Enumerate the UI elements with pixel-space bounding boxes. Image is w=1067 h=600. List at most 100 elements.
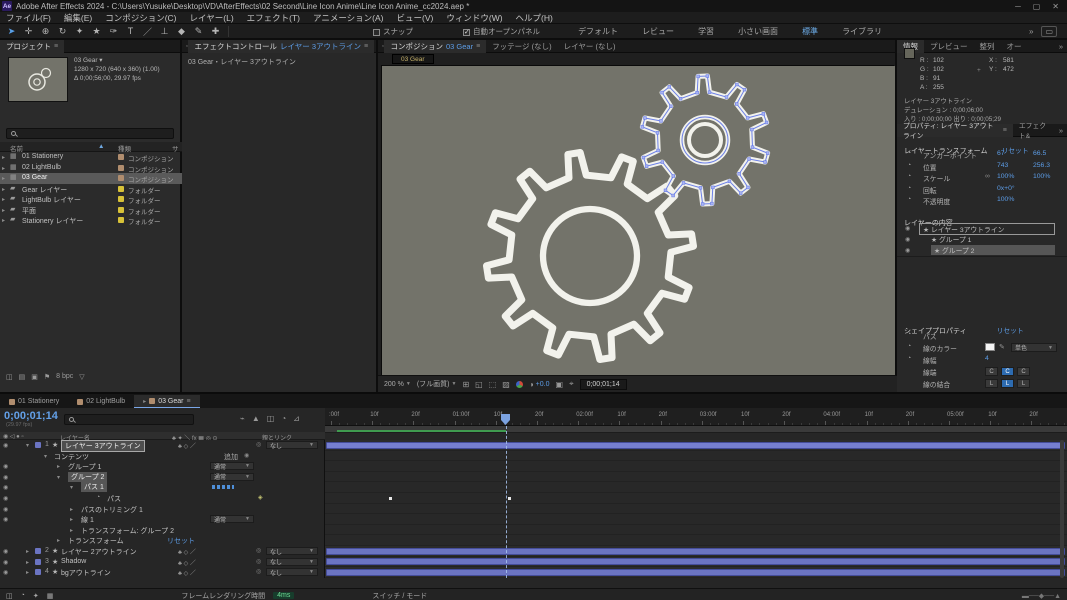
graph-editor-icon[interactable]: ⊿: [293, 414, 300, 423]
path-vertex-handle[interactable]: [696, 91, 699, 94]
channel-settings-icon[interactable]: [516, 381, 523, 388]
properties-tab[interactable]: プロパティ: レイヤー 3アウトライン≡: [897, 124, 1013, 137]
brainstorm-icon[interactable]: ▦: [47, 592, 54, 600]
path-vertex-handle[interactable]: [701, 203, 704, 206]
timeline-row-コンテンツ[interactable]: ▾コンテンツ追加◉: [0, 451, 325, 462]
label-color-swatch[interactable]: [118, 175, 124, 181]
zoom-tool-icon[interactable]: ⊕: [37, 24, 54, 38]
path-vertex-handle[interactable]: [764, 161, 767, 164]
path-vertex-handle[interactable]: [672, 175, 675, 178]
menu-item-8[interactable]: ヘルプ(H): [516, 12, 553, 24]
stopwatch-icon[interactable]: ◔: [96, 494, 100, 501]
cap-projecting-button[interactable]: C: [1017, 367, 1030, 376]
parent-dropdown[interactable]: なし▼: [266, 568, 318, 576]
frame-blend-icon[interactable]: ◫: [267, 414, 275, 423]
path-vertex-handle[interactable]: [710, 202, 713, 205]
twirl-icon[interactable]: ▾: [70, 484, 73, 491]
eye-icon[interactable]: ◉: [905, 225, 910, 232]
project-item-row[interactable]: ▸▰Gear レイヤーフォルダー: [0, 184, 182, 195]
menu-item-4[interactable]: エフェクト(T): [247, 12, 300, 24]
panel-menu-icon[interactable]: ≡: [54, 43, 58, 50]
motion-blur-toggle-icon[interactable]: ✦: [33, 592, 39, 600]
twirl-icon[interactable]: ▸: [2, 217, 5, 224]
panel-overflow-button[interactable]: »: [1059, 42, 1067, 51]
keyframe-icon[interactable]: [389, 497, 392, 500]
interpret-footage-icon[interactable]: ◫: [6, 373, 13, 381]
path-vertex-handle[interactable]: [743, 88, 746, 91]
property-group-name[interactable]: トランスフォーム: グループ 2: [81, 526, 174, 536]
eyedropper-icon[interactable]: ✎: [999, 343, 1005, 351]
path-vertex-handle[interactable]: [738, 172, 741, 175]
parent-pickwhip-icon[interactable]: ◎: [256, 558, 261, 565]
timeline-row-Shadow[interactable]: ◉▸3★Shadow♣ ◇ ／◎なし▼: [0, 557, 325, 568]
layer-tab[interactable]: レイヤー (なし): [558, 40, 622, 53]
mini-flowchart-icon[interactable]: ⌁: [240, 414, 245, 423]
timeline-search-input[interactable]: [64, 414, 194, 425]
property-group-name[interactable]: パス 1: [81, 482, 107, 492]
twirl-icon[interactable]: ▸: [2, 165, 5, 172]
bit-depth-button[interactable]: 8 bpc: [56, 373, 73, 380]
composition-breadcrumb[interactable]: 03 Gear: [392, 54, 434, 64]
pan-behind-tool-icon[interactable]: ✦: [71, 24, 88, 38]
playhead-marker[interactable]: [501, 414, 510, 425]
menu-item-2[interactable]: コンポジション(C): [105, 12, 176, 24]
label-color-swatch[interactable]: [118, 207, 124, 213]
label-color-swatch[interactable]: [118, 217, 124, 223]
path-vertex-handle[interactable]: [725, 96, 728, 99]
contents-row[interactable]: ◉★ レイヤー 3アウトライン: [897, 223, 1067, 234]
layer-duration-bar[interactable]: [326, 442, 1065, 449]
menu-item-0[interactable]: ファイル(F): [6, 12, 51, 24]
join-bevel-button[interactable]: L: [1017, 379, 1030, 388]
track-row[interactable]: [325, 567, 1067, 578]
timeline-row-レイヤー 2アウトライン[interactable]: ◉▸2★レイヤー 2アウトライン♣ ◇ ／◎なし▼: [0, 546, 325, 557]
timeline-vertical-scrollbar[interactable]: [1060, 440, 1064, 578]
path-vertex-handle[interactable]: [706, 75, 709, 78]
puppet-pin-tool-icon[interactable]: ✚: [207, 24, 224, 38]
stopwatch-icon[interactable]: ◔: [907, 150, 911, 157]
property-group-name[interactable]: 線 1: [81, 515, 94, 525]
transform-row[interactable]: ◔不透明度100%: [897, 196, 1067, 207]
layer-duration-bar[interactable]: [326, 548, 1065, 555]
timeline-row-パス[interactable]: ◉◔パス◈: [0, 493, 325, 504]
path-vertex-handle[interactable]: [728, 180, 731, 183]
workspace-tab-小さい画面[interactable]: 小さい画面: [726, 24, 790, 39]
transform-row[interactable]: ◔アンカーポイント6766.5: [897, 150, 1067, 161]
layer-switches[interactable]: ♣ ◇ ／: [178, 558, 196, 567]
cap-butt-button[interactable]: C: [985, 367, 998, 376]
menu-item-6[interactable]: ビュー(V): [397, 12, 434, 24]
effect-controls-tab[interactable]: エフェクトコントロールレイヤー 3アウトライン ≡: [188, 40, 374, 53]
twirl-icon[interactable]: ▸: [70, 527, 73, 534]
track-row[interactable]: [325, 504, 1067, 515]
value-field[interactable]: 66.5: [1033, 150, 1046, 157]
project-item-row[interactable]: ▸▰平面フォルダー: [0, 205, 182, 216]
selection-tool-icon[interactable]: ➤: [3, 24, 20, 38]
transform-row[interactable]: ◔スケール∞100%100%: [897, 173, 1067, 184]
timeline-comp-tab[interactable]: ▸03 Gear≡: [134, 395, 199, 408]
path-vertex-handle[interactable]: [644, 117, 647, 120]
panel-tab-3[interactable]: オー: [1001, 40, 1028, 53]
parent-dropdown[interactable]: なし▼: [266, 558, 318, 566]
twirl-icon[interactable]: ▸: [2, 196, 5, 203]
path-vertex-handle[interactable]: [735, 103, 738, 106]
property-group-name[interactable]: グループ 1: [68, 462, 101, 472]
menu-item-5[interactable]: アニメーション(A): [313, 12, 384, 24]
value-field[interactable]: 256.3: [1033, 162, 1050, 169]
eye-icon[interactable]: ◉: [905, 236, 910, 243]
track-row[interactable]: [325, 557, 1067, 568]
contents-row[interactable]: ◉★ グループ 1: [897, 234, 1067, 245]
track-row[interactable]: [325, 535, 1067, 546]
layer-color-swatch[interactable]: [35, 559, 41, 565]
twirl-icon[interactable]: ▸: [2, 207, 5, 214]
show-snapshot-icon[interactable]: ⌖: [569, 379, 574, 389]
path-vertex-handle[interactable]: [708, 91, 711, 94]
time-ruler[interactable]: :00f10f20f01:00f10f20f02:00f10f20f03:00f…: [325, 408, 1067, 426]
value-field[interactable]: 67: [997, 150, 1005, 157]
label-color-swatch[interactable]: [118, 196, 124, 202]
snap-toggle[interactable]: スナップ: [373, 26, 413, 37]
path-vertex-handle[interactable]: [751, 146, 754, 149]
eye-icon[interactable]: ◉: [3, 548, 8, 555]
path-vertex-handle[interactable]: [739, 192, 742, 195]
panel-menu-icon[interactable]: ≡: [476, 43, 480, 50]
path-vertex-handle[interactable]: [697, 75, 700, 78]
auto-open-panel-toggle[interactable]: 自動オープンパネル: [463, 26, 540, 37]
